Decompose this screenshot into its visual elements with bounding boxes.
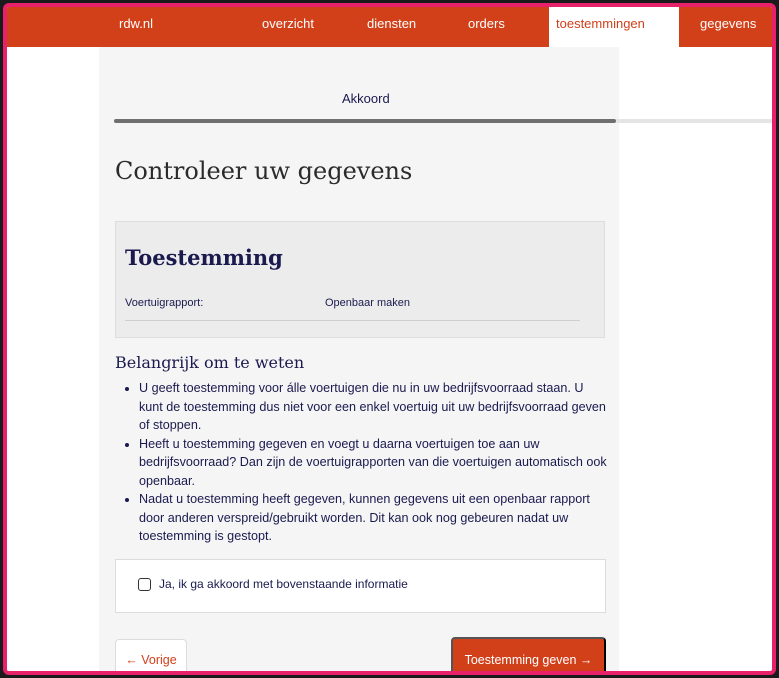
left-margin <box>7 47 99 671</box>
give-consent-button[interactable]: Toestemming geven → <box>451 637 606 671</box>
info-bullet: Nadat u toestemming heeft gegeven, kunne… <box>139 490 609 546</box>
browser-frame: rdw.nl overzicht diensten orders toestem… <box>3 3 776 675</box>
top-navigation: rdw.nl overzicht diensten orders toestem… <box>7 7 772 47</box>
consent-panel: Ja, ik ga akkoord met bovenstaande infor… <box>115 559 606 613</box>
nav-item-toestemmingen[interactable]: toestemmingen <box>549 7 679 47</box>
nav-brand-link[interactable]: rdw.nl <box>119 7 153 47</box>
info-bullet: Heeft u toestemming gegeven en voegt u d… <box>139 435 609 491</box>
summary-card-title: Toestemming <box>125 245 283 270</box>
info-bullet: U geeft toestemming voor álle voertuigen… <box>139 379 609 435</box>
nav-item-diensten[interactable]: diensten <box>367 7 416 47</box>
previous-button[interactable]: ← Vorige <box>115 639 187 671</box>
nav-item-overzicht[interactable]: overzicht <box>262 7 314 47</box>
consent-checkbox-label[interactable]: Ja, ik ga akkoord met bovenstaande infor… <box>159 577 408 591</box>
summary-divider <box>125 320 580 321</box>
nav-item-gegevens[interactable]: gegevens <box>700 7 756 47</box>
consent-checkbox[interactable] <box>138 578 151 591</box>
summary-row-key: Voertuigrapport: <box>125 297 204 309</box>
nav-item-orders[interactable]: orders <box>468 7 505 47</box>
info-bullet-list: U geeft toestemming voor álle voertuigen… <box>139 379 609 546</box>
info-section-title: Belangrijk om te weten <box>115 353 305 372</box>
summary-card: Toestemming Voertuigrapport: Openbaar ma… <box>115 221 605 338</box>
progress-bar-fill <box>114 119 616 123</box>
page-title: Controleer uw gegevens <box>115 157 413 185</box>
progress-bar <box>114 119 772 123</box>
main-content: Akkoord Controleer uw gegevens Toestemmi… <box>99 47 772 671</box>
summary-row-value: Openbaar maken <box>325 297 410 309</box>
step-label: Akkoord <box>342 91 390 106</box>
